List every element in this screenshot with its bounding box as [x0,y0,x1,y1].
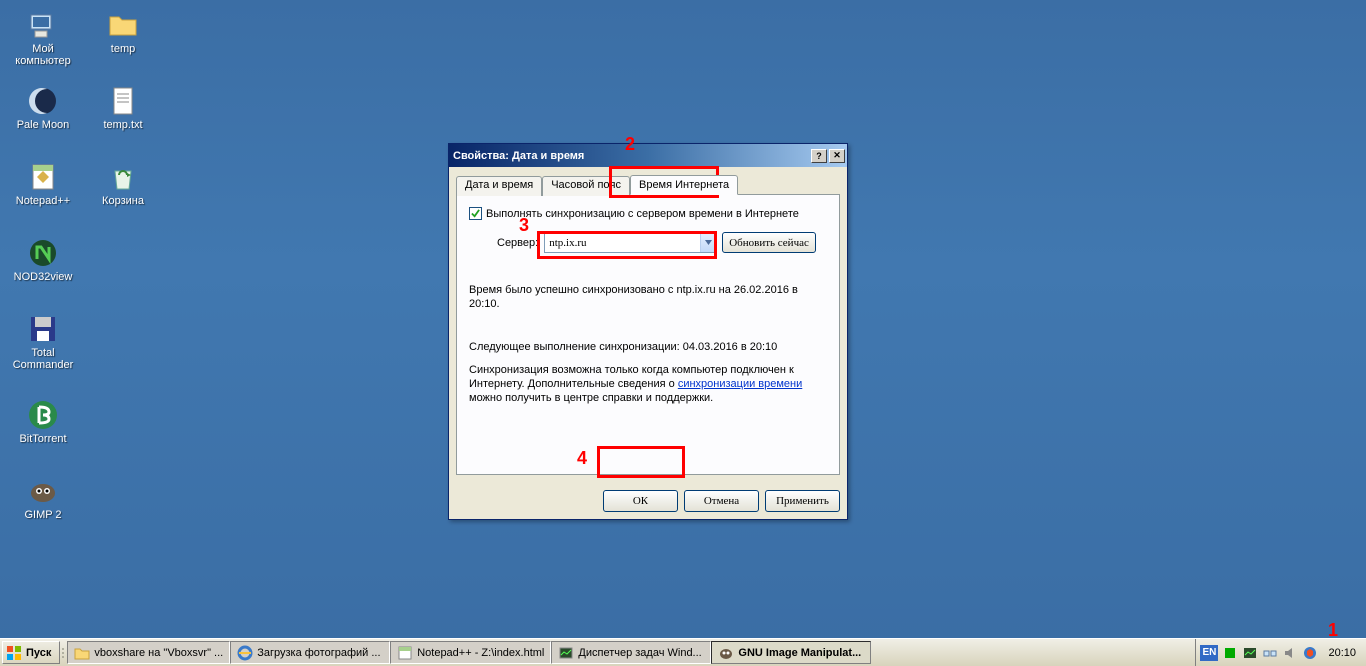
notepadpp-icon [27,161,59,193]
taskmgr-icon [558,645,574,661]
text-file-icon [107,85,139,117]
task-notepadpp[interactable]: Notepad++ - Z:\index.html [390,641,551,664]
recycle-bin-icon [107,161,139,193]
task-label: vboxshare на "Vboxsvr" ... [94,647,223,659]
tray-icon-1[interactable] [1222,645,1238,661]
bittorrent-icon [27,399,59,431]
dialog-title: Свойства: Дата и время [453,150,809,162]
sync-checkbox[interactable] [469,207,482,220]
tab-internet-time[interactable]: Время Интернета [630,175,738,195]
start-label: Пуск [26,647,51,659]
taskbar: Пуск vboxshare на "Vboxsvr" ... Загрузка… [0,638,1366,666]
apply-button[interactable]: Применить [765,490,840,512]
server-input[interactable] [545,237,700,249]
ie-icon [237,645,253,661]
dropdown-button[interactable] [700,234,715,252]
taskbar-clock[interactable]: 20:10 [1322,647,1362,659]
task-label: Notepad++ - Z:\index.html [417,647,544,659]
desktop-icon-temp-txt[interactable]: temp.txt [86,82,160,134]
icon-label: Корзина [102,195,144,207]
server-combobox[interactable] [544,233,716,253]
icon-label: Pale Moon [17,119,70,131]
language-indicator[interactable]: EN [1200,645,1218,661]
task-label: Диспетчер задач Wind... [578,647,701,659]
dialog-titlebar[interactable]: Свойства: Дата и время ? ✕ [449,144,847,167]
taskbar-tasks: vboxshare на "Vboxsvr" ... Загрузка фото… [65,639,1195,666]
icon-label: temp.txt [103,119,142,131]
next-sync-text: Следующее выполнение синхронизации: 04.0… [469,341,827,353]
task-vboxshare[interactable]: vboxshare на "Vboxsvr" ... [67,641,230,664]
server-label: Сервер: [497,237,538,249]
folder-icon [74,645,90,661]
desktop-icon-temp[interactable]: temp [86,6,160,70]
sync-status-text: Время было успешно синхронизовано с ntp.… [469,283,827,311]
tab-date-time[interactable]: Дата и время [456,176,542,196]
task-label: Загрузка фотографий ... [257,647,380,659]
date-time-properties-dialog: Свойства: Дата и время ? ✕ Дата и время … [448,143,848,520]
cancel-button[interactable]: Отмена [684,490,759,512]
task-gimp[interactable]: GNU Image Manipulat... [711,641,871,664]
sync-note: Синхронизация возможна только когда комп… [469,363,827,405]
task-label: GNU Image Manipulat... [738,647,861,659]
desktop-icon-nod32view[interactable]: NOD32view [6,234,80,286]
tab-timezone[interactable]: Часовой пояс [542,176,630,196]
desktop-icon-pale-moon[interactable]: Pale Moon [6,82,80,134]
note-suffix: можно получить в центре справки и поддер… [469,392,713,404]
palemoon-icon [27,85,59,117]
icon-label: NOD32view [14,271,73,283]
desktop-icon-bittorrent[interactable]: BitTorrent [6,396,80,448]
tab-strip: Дата и время Часовой пояс Время Интернет… [456,174,840,195]
time-sync-help-link[interactable]: синхронизации времени [678,378,802,390]
desktop-icon-total-commander[interactable]: Total Commander [6,310,80,374]
sync-checkbox-label: Выполнять синхронизацию с сервером време… [486,208,799,220]
tray-icon-taskmgr[interactable] [1242,645,1258,661]
icon-label: Total Commander [13,347,74,371]
tray-icon-volume[interactable] [1282,645,1298,661]
tab-panel-internet-time: Выполнять синхронизацию с сервером време… [456,195,840,475]
notepadpp-icon [397,645,413,661]
computer-icon [27,9,59,41]
dialog-button-row: ОК Отмена Применить [449,482,847,519]
ok-button[interactable]: ОК [603,490,678,512]
tray-icon-network[interactable] [1262,645,1278,661]
floppy-icon [27,313,59,345]
desktop-icon-my-computer[interactable]: Мой компьютер [6,6,80,70]
task-browser[interactable]: Загрузка фотографий ... [230,641,390,664]
desktop-icon-recycle-bin[interactable]: Корзина [86,158,160,210]
icon-label: BitTorrent [19,433,66,445]
icon-label: temp [111,43,135,55]
task-taskmgr[interactable]: Диспетчер задач Wind... [551,641,711,664]
folder-icon [107,9,139,41]
desktop-icon-notepadpp[interactable]: Notepad++ [6,158,80,210]
icon-label: Мой компьютер [15,43,70,67]
gimp-icon [27,475,59,507]
nod32-icon [27,237,59,269]
help-button[interactable]: ? [811,149,827,163]
close-button[interactable]: ✕ [829,149,845,163]
icon-label: GIMP 2 [24,509,61,521]
gimp-icon [718,645,734,661]
windows-flag-icon [6,645,22,661]
tray-icon-shield[interactable] [1302,645,1318,661]
system-tray: EN 20:10 [1195,639,1366,666]
desktop-icon-gimp[interactable]: GIMP 2 [6,472,80,524]
start-button[interactable]: Пуск [2,641,60,664]
icon-label: Notepad++ [16,195,70,207]
refresh-button[interactable]: Обновить сейчас [722,232,816,253]
